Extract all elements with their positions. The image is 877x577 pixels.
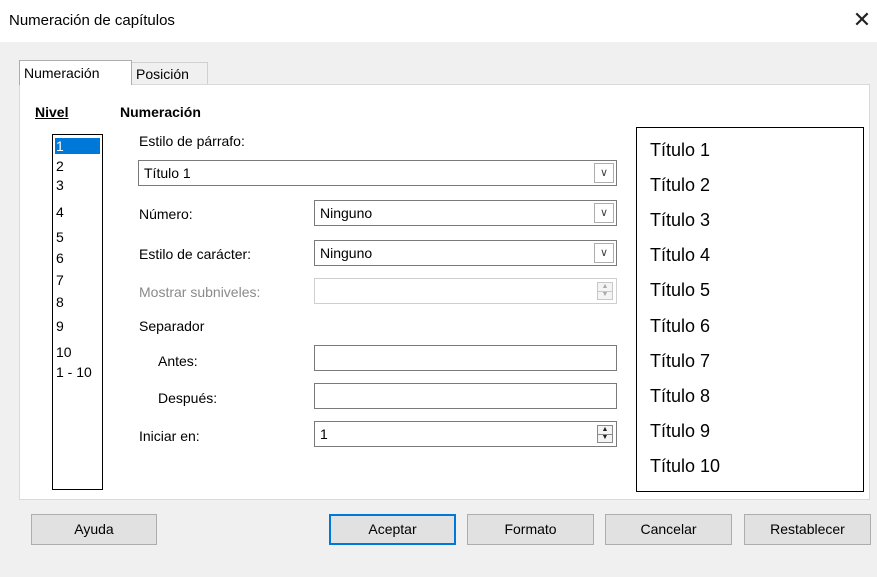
tab-numeracion[interactable]: Numeración [19, 60, 132, 85]
preview-line: Título 6 [650, 316, 711, 336]
separator-label: Separador [139, 318, 205, 334]
level-item-5[interactable]: 5 [56, 229, 64, 245]
reset-button[interactable]: Restablecer [744, 514, 871, 545]
preview-line: Título 3 [650, 210, 711, 230]
show-sublevels-spinner: ▲ ▼ [314, 278, 617, 304]
char-style-value: Ninguno [320, 245, 373, 261]
number-value: Ninguno [320, 205, 373, 221]
start-at-spinner[interactable]: 1 ▲ ▼ [314, 421, 617, 447]
spinner-buttons[interactable]: ▲ ▼ [597, 425, 613, 443]
help-button[interactable]: Ayuda [31, 514, 157, 545]
close-icon[interactable]: ✕ [851, 7, 873, 33]
preview-line: Título 7 [650, 351, 711, 371]
number-dropdown[interactable]: Ninguno ∨ [314, 200, 617, 226]
format-button[interactable]: Formato [467, 514, 594, 545]
preview-line: Título 1 [650, 140, 711, 160]
chevron-down-icon[interactable]: ∨ [594, 243, 614, 263]
chevron-down-icon[interactable]: ∨ [594, 203, 614, 223]
show-sublevels-label: Mostrar subniveles: [139, 284, 261, 300]
preview-line: Título 4 [650, 245, 711, 265]
level-item-7[interactable]: 7 [56, 272, 64, 288]
level-item-4[interactable]: 4 [56, 204, 64, 220]
preview-line: Título 5 [650, 280, 711, 300]
char-style-label: Estilo de carácter: [139, 246, 252, 262]
start-at-value: 1 [320, 426, 328, 442]
spinner-buttons: ▲ ▼ [597, 282, 613, 300]
level-item-1[interactable]: 1 [55, 138, 100, 154]
preview-line: Título 8 [650, 386, 711, 406]
paragraph-style-label: Estilo de párrafo: [139, 133, 245, 149]
spin-down-icon[interactable]: ▼ [598, 434, 612, 442]
level-list[interactable]: 1 2 3 4 5 6 7 8 9 10 1 - 10 [52, 134, 103, 490]
after-input[interactable] [314, 383, 617, 409]
level-item-6[interactable]: 6 [56, 250, 64, 266]
before-input[interactable] [314, 345, 617, 371]
preview-line: Título 10 [650, 456, 721, 476]
ok-button[interactable]: Aceptar [329, 514, 456, 545]
char-style-dropdown[interactable]: Ninguno ∨ [314, 240, 617, 266]
preview-line: Título 2 [650, 175, 711, 195]
number-label: Número: [139, 206, 193, 222]
paragraph-style-dropdown[interactable]: Título 1 ∨ [138, 160, 617, 186]
before-label: Antes: [158, 353, 198, 369]
level-item-1-10[interactable]: 1 - 10 [56, 364, 92, 380]
level-heading-text: Nivel [35, 104, 69, 120]
spin-down-icon: ▼ [601, 291, 609, 298]
chevron-down-icon[interactable]: ∨ [594, 163, 614, 183]
level-item-2[interactable]: 2 [56, 158, 64, 174]
numbering-preview: Título 1 Título 2 Título 3 Título 4 Títu… [636, 127, 864, 492]
level-item-10[interactable]: 10 [56, 344, 72, 360]
start-at-label: Iniciar en: [139, 428, 200, 444]
cancel-button[interactable]: Cancelar [605, 514, 732, 545]
level-item-9[interactable]: 9 [56, 318, 64, 334]
tab-posicion[interactable]: Posición [131, 62, 208, 85]
paragraph-style-value: Título 1 [144, 165, 191, 181]
numbering-heading: Numeración [120, 104, 201, 120]
level-item-3[interactable]: 3 [56, 177, 64, 193]
paragraph-style-label-text: Estilo de párrafo: [139, 133, 245, 149]
level-heading: Nivel [35, 104, 68, 120]
window-title: Numeración de capítulos [9, 12, 175, 29]
level-item-8[interactable]: 8 [56, 294, 64, 310]
after-label: Después: [158, 390, 218, 406]
preview-line: Título 9 [650, 421, 711, 441]
